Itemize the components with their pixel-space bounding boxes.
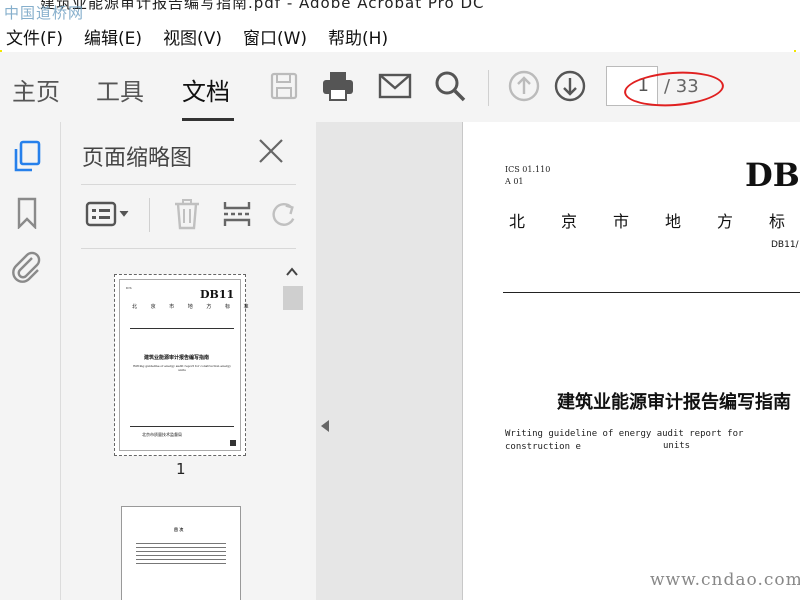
panel-divider-top [81,184,296,185]
thumbnail-list: ICS DB11 北 京 市 地 方 标 准 建筑业能源审计报告编写指南 Wri… [61,262,281,600]
mini-title: 建筑业能源审计报告编写指南 [144,355,210,361]
search-icon[interactable] [430,66,470,106]
print-icon[interactable] [318,66,358,106]
options-icon[interactable] [83,196,133,232]
rotate-icon[interactable] [269,196,297,232]
doc-ics: ICS 01.110 [505,165,551,174]
panel-gutter [316,122,462,600]
mini-subtitle: Writing guideline of energy audit report… [133,364,231,372]
page-down-icon[interactable] [550,66,590,106]
doc-rule [503,292,800,293]
menu-edit[interactable]: 编辑(E) [84,24,142,49]
doc-a: A 01 [505,177,524,186]
page-thumbnails-icon[interactable] [10,140,44,174]
mini-rule-bottom [130,426,234,427]
panel-divider-bottom [81,248,296,249]
mini-toc-line-1 [136,543,226,544]
thumbnail-scrollbar[interactable] [281,262,303,600]
doc-title-en: Writing guideline of energy audit report… [505,429,744,452]
menu-help[interactable]: 帮助(H) [328,24,388,49]
watermark-top: 中国道桥网 [4,4,85,22]
thumbnail-page-2[interactable]: 目 次 [121,506,241,600]
mini-toc-line-5 [136,559,226,560]
mini-toc-line-3 [136,551,226,552]
doc-ics-block: ICS 01.110 A 01 [505,164,550,188]
mini-rule [130,328,234,329]
mini-toc-heading: 目 次 [174,527,184,532]
mail-icon[interactable] [375,66,415,106]
tab-document[interactable]: 文档 [182,72,230,107]
toolbar-separator [488,70,489,106]
doc-title-en-2: units [663,441,691,451]
title-bar: 建筑业能源审计报告编写指南.pdf - Adobe Acrobat Pro DC… [0,0,800,22]
collapse-arrow-icon[interactable] [318,418,332,434]
mini-city: 北 京 市 地 方 标 准 [132,304,255,310]
panel-title: 页面缩略图 [82,146,193,171]
doc-title-zh: 建筑业能源审计报告编写指南 [557,392,791,413]
page-up-icon[interactable] [504,66,544,106]
attachment-icon[interactable] [10,250,44,284]
mini-toc-line-2 [136,547,226,548]
extract-icon[interactable] [219,196,255,232]
scroll-thumb[interactable] [283,286,303,310]
mini-ics: ICS [126,286,132,290]
tab-tools[interactable]: 工具 [96,72,144,107]
scroll-up-icon[interactable] [284,264,300,280]
active-tab-indicator [182,118,234,121]
window-title: 建筑业能源审计报告编写指南.pdf - Adobe Acrobat Pro DC [40,0,485,12]
menu-view[interactable]: 视图(V) [163,24,222,49]
thumbnail-page-number: 1 [176,460,186,478]
bookmark-icon[interactable] [10,196,44,230]
watermark-bottom: www.cndao.com [650,570,800,590]
document-view[interactable]: ICS 01.110 A 01 DB11 北京市地方标 DB11/ 建筑业能源审… [462,122,800,600]
mini-toc-line-6 [136,563,226,564]
tab-home[interactable]: 主页 [12,72,60,107]
menu-window[interactable]: 窗口(W) [243,24,307,49]
thumbnail-panel: 页面缩略图 ICS DB11 北 京 市 地 方 标 准 建筑业能源审计报告编写… [61,122,317,600]
delete-icon[interactable] [169,196,205,232]
save-icon[interactable] [264,66,304,106]
mini-toc-line-4 [136,555,226,556]
doc-db-logo: DB11 [745,156,800,194]
close-icon[interactable] [256,136,286,166]
doc-code: DB11/ [771,240,799,250]
doc-city: 北京市地方标 [509,212,800,231]
menu-file[interactable]: 文件(F) [6,24,63,49]
menu-bar: 文件(F) 编辑(E) 视图(V) 窗口(W) 帮助(H) [0,22,800,50]
thumbnail-page-1[interactable]: ICS DB11 北 京 市 地 方 标 准 建筑业能源审计报告编写指南 Wri… [114,274,249,456]
mini-issuer: 北京市质量技术监督局 [142,432,182,437]
navigation-rail [0,122,61,600]
mini-db: DB11 [200,288,235,301]
panel-toolbar-separator [149,198,150,232]
mini-mark [230,440,236,446]
